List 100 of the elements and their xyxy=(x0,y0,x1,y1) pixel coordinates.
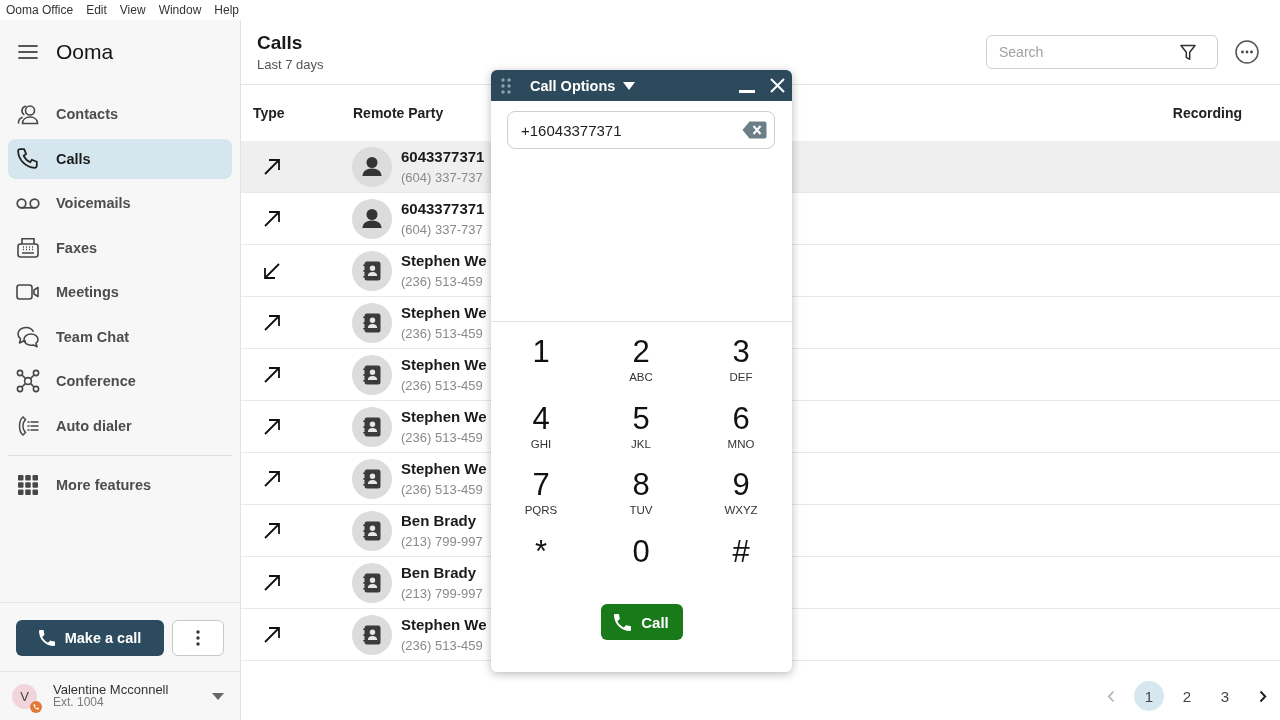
contact-name: Ben Brady xyxy=(401,511,478,530)
minimize-icon[interactable] xyxy=(739,89,755,93)
page-button[interactable]: 3 xyxy=(1210,681,1240,711)
page-button[interactable]: 1 xyxy=(1134,681,1164,711)
contact-book-icon xyxy=(352,406,392,447)
keypad-key[interactable]: 6 MNO xyxy=(709,400,773,457)
menu-item[interactable]: Window xyxy=(158,3,202,17)
nav-item[interactable]: Auto dialer xyxy=(8,405,232,446)
contact-book-icon xyxy=(352,510,392,551)
contact-book-icon xyxy=(352,354,392,395)
phone-icon xyxy=(38,630,55,646)
phone-number: (213) 799-997 xyxy=(401,585,483,602)
arrow-up-right-icon xyxy=(263,209,281,228)
chevron-right-icon[interactable] xyxy=(1259,689,1267,703)
keypad-key[interactable]: 5 JKL xyxy=(609,400,673,457)
menu-item[interactable]: Edit xyxy=(86,3,107,17)
user-avatar: V xyxy=(12,683,37,709)
contact-name: Stephen We xyxy=(401,459,487,478)
nav-item[interactable]: Meetings xyxy=(8,272,232,313)
make-call-button[interactable]: Make a call xyxy=(16,620,164,656)
arrow-down-left-icon xyxy=(263,261,281,280)
people-icon xyxy=(16,102,40,127)
grid-icon xyxy=(18,475,38,496)
phone-number: (236) 513-459 xyxy=(401,429,484,446)
more-options-icon[interactable] xyxy=(1235,40,1259,64)
contact-name: Stephen We xyxy=(401,615,487,634)
nav-item[interactable]: More features xyxy=(8,465,232,506)
backspace-icon[interactable] xyxy=(742,121,767,139)
nav-item[interactable]: Calls xyxy=(8,138,232,179)
arrow-up-right-icon xyxy=(263,469,281,488)
page-button[interactable]: 2 xyxy=(1172,681,1202,711)
arrow-up-right-icon xyxy=(263,573,281,592)
fax-icon xyxy=(16,235,40,260)
drag-handle-icon[interactable] xyxy=(501,77,511,94)
phone-icon xyxy=(17,147,39,170)
phone-number: (236) 513-459 xyxy=(401,377,484,394)
phone-number: (236) 513-459 xyxy=(401,273,484,290)
menu-item[interactable]: Ooma Office xyxy=(6,3,74,17)
caret-down-icon[interactable] xyxy=(623,81,636,90)
column-header: Remote Party xyxy=(353,105,444,121)
arrow-up-right-icon xyxy=(263,313,281,332)
phone-number: (213) 799-997 xyxy=(401,533,483,550)
phone-number: (604) 337-737 xyxy=(401,221,484,238)
network-nodes-icon xyxy=(16,369,40,394)
menu-item[interactable]: View xyxy=(119,3,146,17)
menu-item[interactable]: Help xyxy=(214,3,239,17)
person-avatar-icon xyxy=(352,198,392,239)
dialog-title: Call Options xyxy=(530,77,616,94)
phone-list-icon xyxy=(16,413,40,438)
menu-icon[interactable] xyxy=(18,45,38,59)
person-avatar-icon xyxy=(352,146,392,187)
contact-book-icon xyxy=(352,250,392,291)
caret-down-icon[interactable] xyxy=(212,692,224,700)
search-field[interactable]: Search xyxy=(986,35,1218,69)
keypad-key[interactable]: 9 WXYZ xyxy=(709,467,773,523)
nav-item[interactable]: Conference xyxy=(8,361,232,402)
nav-item[interactable]: Voicemails xyxy=(8,183,232,224)
phone-icon xyxy=(614,613,632,631)
keypad-key[interactable]: 7 PQRS xyxy=(509,467,573,523)
arrow-up-right-icon xyxy=(263,157,281,176)
voicemail-icon xyxy=(16,197,40,209)
contact-name: 6043377371 xyxy=(401,199,485,218)
keypad-key[interactable]: 4 GHI xyxy=(509,400,573,457)
page-title: Calls xyxy=(257,31,304,55)
filter-icon[interactable] xyxy=(1180,44,1196,61)
phone-number: (236) 513-459 xyxy=(401,325,484,342)
phone-number: (236) 513-459 xyxy=(401,637,484,654)
keypad-key[interactable]: 8 TUV xyxy=(609,467,673,523)
arrow-up-right-icon xyxy=(263,521,281,540)
page-subtitle: Last 7 days xyxy=(257,56,324,73)
contact-book-icon xyxy=(352,302,392,343)
call-button[interactable]: Call xyxy=(600,604,683,640)
column-header: Recording xyxy=(1172,105,1243,121)
contact-book-icon xyxy=(352,614,392,655)
contact-name: Stephen We xyxy=(401,251,487,270)
user-name: Valentine Mcconnell xyxy=(53,683,169,696)
vertical-dots-icon xyxy=(196,630,200,646)
arrow-up-right-icon xyxy=(263,365,281,384)
contact-name: Stephen We xyxy=(401,303,487,322)
chat-bubbles-icon xyxy=(16,324,40,349)
phone-status-icon xyxy=(30,700,42,713)
contact-book-icon xyxy=(352,458,392,499)
phone-number-field[interactable]: +16043377371 xyxy=(507,111,775,149)
phone-number: (236) 513-459 xyxy=(401,481,484,498)
video-camera-icon xyxy=(16,284,40,301)
nav-item[interactable]: Faxes xyxy=(8,227,232,268)
column-header: Type xyxy=(253,105,286,121)
contact-book-icon xyxy=(352,562,392,603)
arrow-up-right-icon xyxy=(263,417,281,436)
phone-number: (604) 337-737 xyxy=(401,169,484,186)
contact-name: Stephen We xyxy=(401,355,487,374)
app-logo: Ooma xyxy=(56,40,114,64)
nav-item[interactable]: Contacts xyxy=(8,94,232,135)
arrow-up-right-icon xyxy=(263,625,281,644)
contact-name: 6043377371 xyxy=(401,147,485,166)
close-icon[interactable] xyxy=(770,78,785,93)
contact-name: Stephen We xyxy=(401,407,487,426)
contact-name: Ben Brady xyxy=(401,563,478,582)
nav-item[interactable]: Team Chat xyxy=(8,316,232,357)
user-extension: Ext. 1004 xyxy=(53,696,105,709)
